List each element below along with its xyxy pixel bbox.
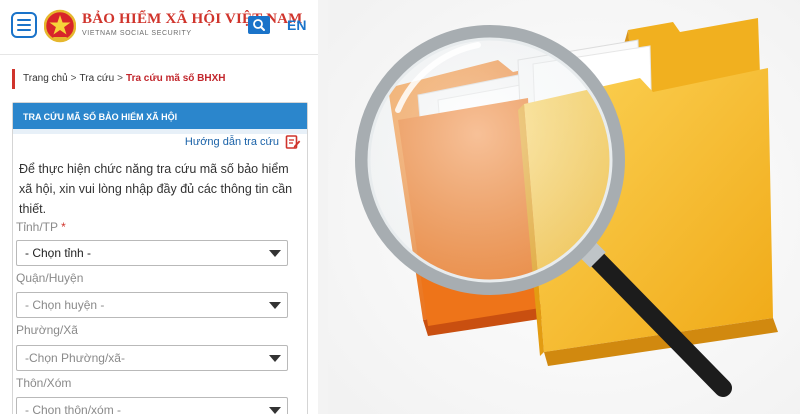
search-button[interactable] <box>248 16 270 34</box>
hamlet-select[interactable]: - Chọn thôn/xóm - <box>16 397 288 414</box>
intro-text: Để thực hiện chức năng tra cứu mã số bảo… <box>19 162 293 216</box>
breadcrumb-lookup-link[interactable]: Tra cứu <box>80 73 115 84</box>
panel-title: TRA CỨU MÃ SỐ BẢO HIỂM XÃ HỘI <box>13 103 307 129</box>
menu-bar <box>17 29 31 31</box>
folder-magnifier-illustration <box>328 0 800 414</box>
hamburger-menu-button[interactable] <box>11 12 37 38</box>
province-label: Tỉnh/TP * <box>16 220 66 234</box>
guide-link-label: Hướng dẫn tra cứu <box>184 136 279 148</box>
edit-document-icon <box>285 135 301 149</box>
breadcrumb-separator: > <box>70 73 77 84</box>
district-select[interactable]: - Chọn huyện - <box>16 292 288 318</box>
breadcrumb-current: Tra cứu mã số BHXH <box>126 73 226 84</box>
image-divider <box>318 0 328 414</box>
district-select-value: - Chọn huyện - <box>25 298 105 312</box>
site-header: BẢO HIỂM XÃ HỘI VIỆT NAM VIETNAM SOCIAL … <box>0 0 318 55</box>
ward-select-value: -Chọn Phường/xã- <box>25 351 125 365</box>
breadcrumb-home-link[interactable]: Trang chủ <box>23 73 68 84</box>
hamlet-select-value: - Chọn thôn/xóm - <box>25 403 122 414</box>
ward-select[interactable]: -Chọn Phường/xã- <box>16 345 288 371</box>
language-switch[interactable]: EN <box>287 17 306 33</box>
province-select-value: - Chọn tỉnh - <box>25 246 92 260</box>
bhxh-mobile-page: BẢO HIỂM XÃ HỘI VIỆT NAM VIETNAM SOCIAL … <box>0 0 318 414</box>
national-emblem-logo <box>44 9 76 43</box>
menu-bar <box>17 24 31 26</box>
dropdown-caret-icon <box>269 250 281 257</box>
guide-link[interactable]: Hướng dẫn tra cứu <box>185 134 301 150</box>
breadcrumb-separator: > <box>117 73 124 84</box>
dropdown-caret-icon <box>269 407 281 414</box>
breadcrumb: Trang chủ > Tra cứu > Tra cứu mã số BHXH <box>12 69 226 89</box>
brand-title[interactable]: BẢO HIỂM XÃ HỘI VIỆT NAM <box>82 11 302 28</box>
required-asterisk: * <box>61 220 66 234</box>
dropdown-caret-icon <box>269 355 281 362</box>
search-icon <box>253 19 265 31</box>
ward-label: Phường/Xã <box>16 323 78 337</box>
hamlet-label: Thôn/Xóm <box>16 376 72 390</box>
province-label-text: Tỉnh/TP <box>16 220 58 234</box>
menu-bar <box>17 19 31 21</box>
province-select[interactable]: - Chọn tỉnh - <box>16 240 288 266</box>
district-label: Quận/Huyện <box>16 271 84 285</box>
brand-subtitle: VIETNAM SOCIAL SECURITY <box>82 30 192 37</box>
dropdown-caret-icon <box>269 302 281 309</box>
